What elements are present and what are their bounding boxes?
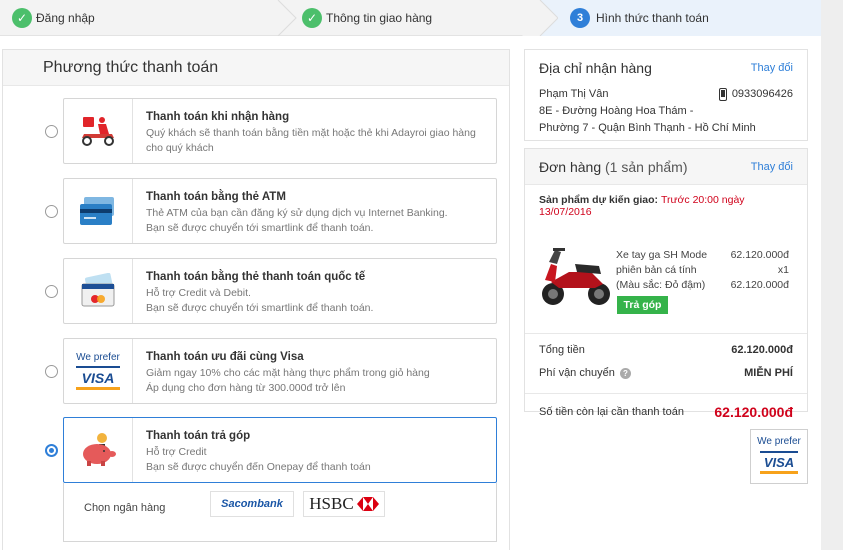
change-order-link[interactable]: Thay đổi	[751, 161, 793, 173]
change-address-link[interactable]: Thay đổi	[751, 62, 793, 74]
checkout-steps: ✓ Đăng nhập ✓ Thông tin giao hàng 3 Hình…	[0, 0, 821, 36]
option-desc: Bạn sẽ được chuyển tới smartlink để than…	[146, 302, 374, 314]
visa-brand-text: VISA	[763, 455, 795, 470]
payment-option-installment[interactable]: Thanh toán trả góp Hỗ trợ Credit Bạn sẽ …	[63, 417, 497, 483]
phone-icon	[718, 88, 727, 101]
step-payment[interactable]: 3 Hình thức thanh toán	[540, 0, 821, 36]
step-number: 3	[570, 8, 590, 28]
step-divider-icon	[277, 0, 297, 36]
option-desc: Quý khách sẽ thanh toán bằng tiền mặt ho…	[146, 127, 476, 139]
checkmark-icon: ✓	[302, 8, 322, 28]
remaining-row: Số tiền còn lại cần thanh toán 62.120.00…	[525, 404, 807, 420]
product-name: Xe tay ga SH Mode phiên bản cá tính (Màu…	[616, 249, 708, 291]
option-desc: Bạn sẽ được chuyển tới smartlink để than…	[146, 222, 374, 234]
delivery-scooter-icon	[64, 99, 133, 163]
step-login[interactable]: ✓ Đăng nhập	[12, 0, 95, 36]
option-desc: Áp dụng cho đơn hàng từ 300.000đ trở lên	[146, 382, 346, 394]
address-line-2: Phường 7 - Quận Bình Thạnh - Hồ Chí Minh	[539, 122, 756, 134]
address-card: Địa chỉ nhận hàng Thay đổi Phạm Thị Vân …	[524, 49, 808, 141]
payment-option-cod[interactable]: Thanh toán khi nhận hàng Quý khách sẽ th…	[63, 98, 497, 164]
option-desc: Hỗ trợ Credit và Debit.	[146, 287, 251, 299]
total-row: Tổng tiền 62.120.000đ	[525, 344, 807, 356]
payment-methods-title: Phương thức thanh toán	[3, 50, 509, 86]
option-desc: Giảm ngay 10% cho các mặt hàng thực phẩm…	[146, 367, 430, 379]
phone-number: 0933096426	[731, 88, 793, 100]
payment-radio-installment[interactable]	[45, 444, 58, 457]
payment-radio-visa-promo[interactable]	[45, 365, 58, 378]
payment-methods-panel: Phương thức thanh toán Thanh toán khi nh…	[2, 49, 510, 550]
address-title: Địa chỉ nhận hàng	[539, 60, 652, 76]
recipient-phone: 0933096426	[718, 86, 793, 103]
option-title: Thanh toán khi nhận hàng	[146, 111, 290, 123]
payment-option-intl-card[interactable]: Thanh toán bằng thẻ thanh toán quốc tế H…	[63, 258, 497, 324]
bank-selector: Chọn ngân hàng Sacombank HSBC	[63, 483, 497, 542]
hsbc-hexagon-icon	[356, 497, 379, 511]
we-prefer-visa-badge: We prefer VISA	[750, 429, 808, 484]
bank-option-sacombank[interactable]: Sacombank	[210, 491, 294, 517]
option-title: Thanh toán trả góp	[146, 430, 251, 442]
option-title: Thanh toán bằng thẻ thanh toán quốc tế	[146, 271, 366, 283]
option-desc: cho quý khách	[146, 142, 214, 154]
address-line-1: 8E - Đường Hoàng Hoa Thám -	[539, 105, 694, 117]
we-prefer-text: We prefer	[757, 436, 801, 447]
step-divider-icon	[522, 0, 558, 36]
total-value: 62.120.000đ	[731, 344, 793, 356]
bank-select-label: Chọn ngân hàng	[84, 502, 166, 514]
shipping-value: MIỄN PHÍ	[744, 367, 793, 379]
we-prefer-visa-icon: We prefer VISA	[64, 339, 133, 403]
installment-badge: Trả góp	[617, 296, 668, 314]
payment-option-visa-promo[interactable]: We prefer VISA Thanh toán ưu đãi cùng Vi…	[63, 338, 497, 404]
order-product: Xe tay ga SH Mode phiên bản cá tính (Màu…	[525, 218, 807, 316]
payment-radio-cod[interactable]	[45, 125, 58, 138]
payment-radio-atm[interactable]	[45, 205, 58, 218]
product-price: 62.120.000đ x1 62.120.000đ	[730, 249, 789, 291]
step-label: Đăng nhập	[36, 11, 95, 25]
option-title: Thanh toán bằng thẻ ATM	[146, 191, 286, 203]
shipping-label: Phí vận chuyển	[539, 367, 615, 379]
order-count: (1 sản phẩm)	[605, 158, 688, 175]
checkmark-icon: ✓	[12, 8, 32, 28]
payment-radio-intl-card[interactable]	[45, 285, 58, 298]
option-desc: Thẻ ATM của bạn cần đăng ký sử dụng dịch…	[146, 207, 448, 219]
scooter-image	[542, 248, 610, 305]
option-desc: Hỗ trợ Credit	[146, 446, 207, 458]
right-scroll-rail	[821, 0, 843, 550]
sacombank-logo: Sacombank	[221, 498, 283, 510]
order-title: Đơn hàng (1 sản phẩm)	[539, 158, 688, 175]
help-icon[interactable]: ?	[619, 367, 631, 379]
payment-option-atm[interactable]: Thanh toán bằng thẻ ATM Thẻ ATM của bạn …	[63, 178, 497, 244]
option-desc: Bạn sẽ được chuyển đến Onepay để thanh t…	[146, 461, 371, 473]
option-title: Thanh toán ưu đãi cùng Visa	[146, 351, 304, 363]
visa-brand-text: VISA	[81, 370, 115, 386]
expected-delivery: Sản phẩm dự kiến giao: Trước 20:00 ngày …	[539, 194, 745, 218]
step-label: Hình thức thanh toán	[596, 11, 709, 25]
remaining-value: 62.120.000đ	[714, 404, 793, 420]
order-card: Đơn hàng (1 sản phẩm) Thay đổi Sản phẩm …	[524, 148, 808, 420]
international-card-icon	[64, 259, 133, 323]
step-shipping[interactable]: ✓ Thông tin giao hàng	[302, 0, 432, 36]
shipping-row: Phí vận chuyển ? MIỄN PHÍ	[525, 367, 807, 379]
piggy-bank-icon	[64, 418, 133, 482]
step-label: Thông tin giao hàng	[326, 11, 433, 25]
atm-card-icon	[64, 179, 133, 243]
hsbc-logo: HSBC	[309, 494, 354, 513]
we-prefer-text: We prefer	[76, 352, 120, 363]
remaining-label: Số tiền còn lại cần thanh toán	[539, 406, 684, 418]
bank-option-hsbc[interactable]: HSBC	[303, 491, 385, 517]
total-label: Tổng tiền	[539, 344, 585, 356]
